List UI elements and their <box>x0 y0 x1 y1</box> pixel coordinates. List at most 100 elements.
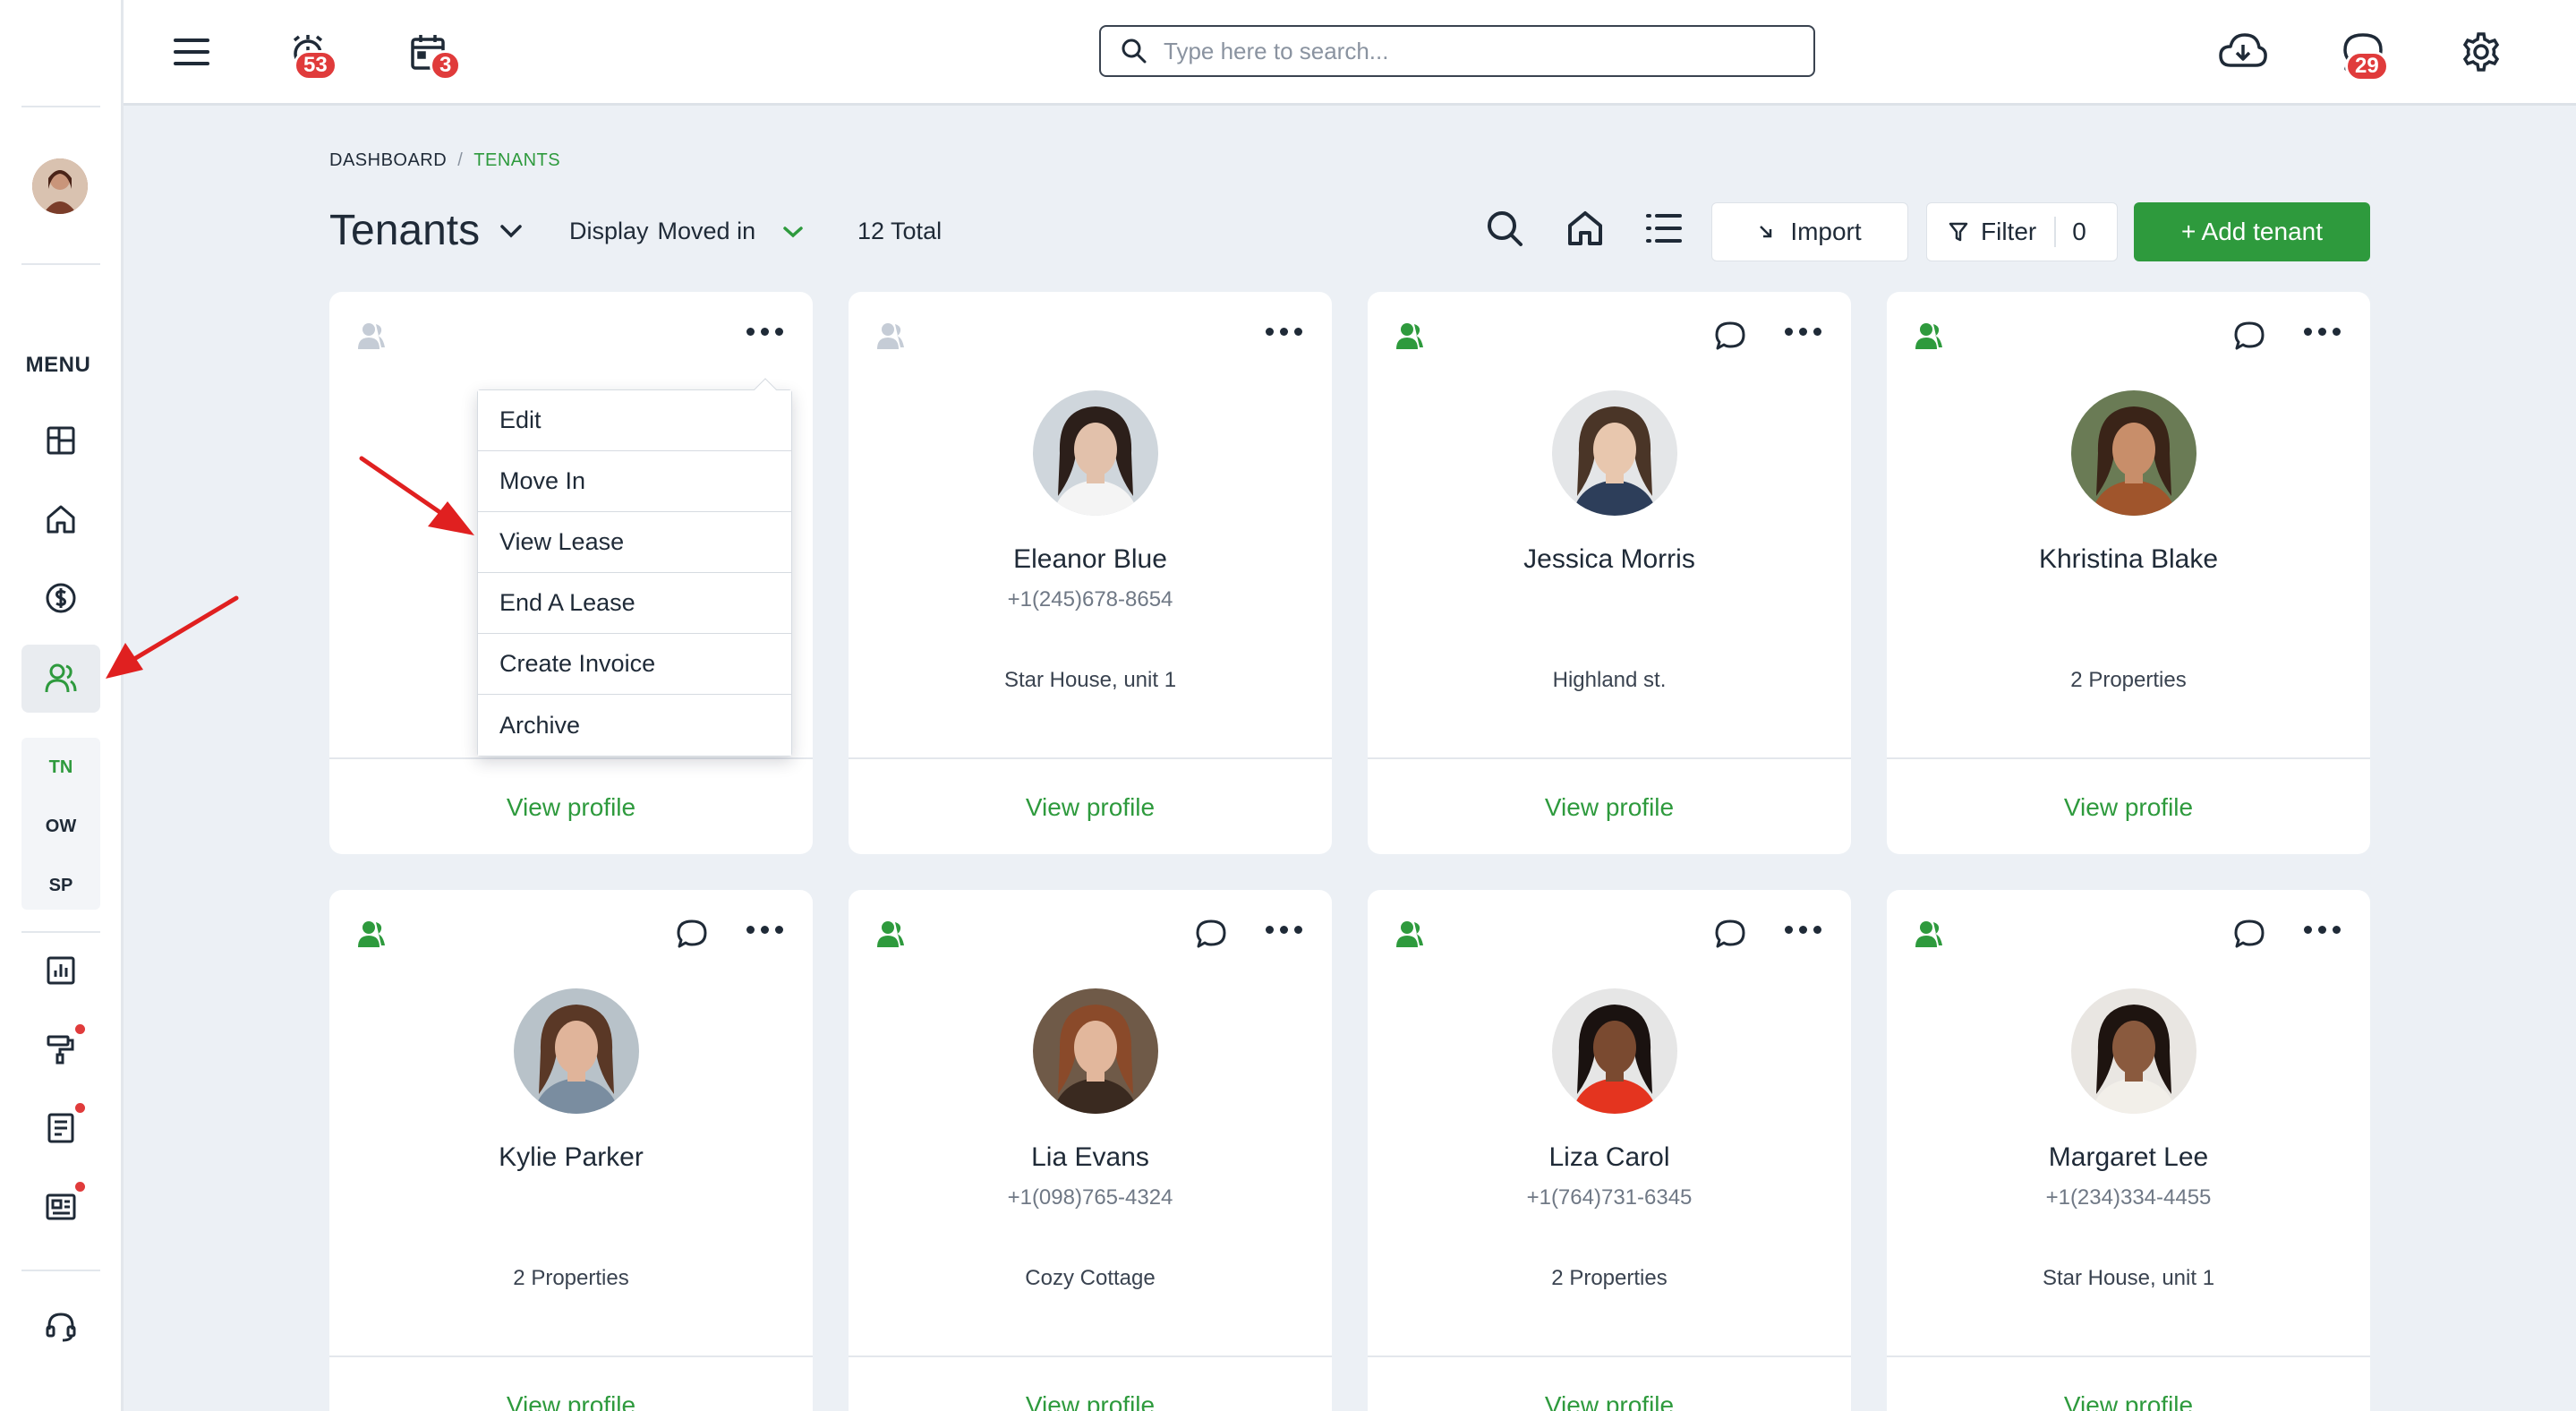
menu-item-view-lease[interactable]: View Lease <box>478 512 791 573</box>
view-profile-link[interactable]: View profile <box>329 1391 813 1411</box>
tenant-card[interactable]: Jessica Morris Highland st. View profile <box>1368 292 1851 854</box>
card-divider <box>329 1355 813 1357</box>
filter-button[interactable]: Filter 0 <box>1926 202 2118 261</box>
sidebar-item-sp[interactable]: SP <box>21 876 100 896</box>
view-profile-link[interactable]: View profile <box>1368 793 1851 822</box>
document-icon[interactable] <box>41 1108 81 1148</box>
tenant-name[interactable]: Jessica Morris <box>1368 544 1851 575</box>
view-profile-link[interactable]: View profile <box>1368 1391 1851 1411</box>
tenant-card[interactable]: Eleanor Blue +1(245)678-8654 Star House, u… <box>849 292 1332 854</box>
chat-icon[interactable] <box>1714 919 1746 949</box>
chat-icon[interactable] <box>2233 321 2265 351</box>
tenant-property: Highland st. <box>1552 668 1667 692</box>
menu-item-move-in[interactable]: Move In <box>478 451 791 512</box>
notification-dot <box>75 1103 85 1113</box>
search-input[interactable] <box>1164 37 1790 65</box>
cloud-download-icon[interactable] <box>2216 25 2270 79</box>
messages-badge: 29 <box>2345 51 2389 81</box>
paint-roller-icon[interactable] <box>41 1030 81 1069</box>
tenant-name[interactable]: Margaret Lee <box>1887 1142 2370 1173</box>
tenant-card[interactable]: Lia Evans +1(098)765-4324 Cozy Cottage View… <box>849 890 1332 1411</box>
breadcrumb-separator: / <box>457 150 464 170</box>
hamburger-menu-icon[interactable] <box>165 25 218 79</box>
breadcrumb: DASHBOARD / TENANTS <box>329 150 560 171</box>
view-profile-link[interactable]: View profile <box>329 793 813 822</box>
home-icon[interactable] <box>41 500 81 539</box>
tenant-photo[interactable] <box>1033 988 1158 1114</box>
more-options-icon[interactable] <box>1266 328 1302 336</box>
alerts-badge: 53 <box>294 50 337 81</box>
chart-icon[interactable] <box>41 951 81 990</box>
chat-icon[interactable] <box>1714 321 1746 351</box>
tenant-photo[interactable] <box>1033 390 1158 516</box>
import-arrow-icon <box>1760 226 1772 238</box>
display-selector[interactable]: Display Moved in <box>569 218 804 245</box>
tenant-status-icon <box>358 323 385 349</box>
chat-icon[interactable] <box>1195 919 1227 949</box>
more-options-icon[interactable] <box>746 328 783 336</box>
tenant-card[interactable]: Khristina Blake 2 Properties View profile <box>1887 292 2370 854</box>
tenant-name[interactable]: Liza Carol <box>1368 1142 1851 1173</box>
page-title[interactable]: Tenants <box>329 206 523 255</box>
view-profile-link[interactable]: View profile <box>849 793 1332 822</box>
list-view-icon[interactable] <box>1642 206 1686 251</box>
tenant-name[interactable]: Lia Evans <box>849 1142 1332 1173</box>
tenant-name[interactable]: Khristina Blake <box>1887 544 2370 575</box>
view-profile-link[interactable]: View profile <box>849 1391 1332 1411</box>
tenant-name[interactable]: Kylie Parker <box>329 1142 813 1173</box>
tenant-name[interactable]: Eleanor Blue <box>849 544 1332 575</box>
breadcrumb-root[interactable]: DASHBOARD <box>329 150 447 170</box>
sidebar-divider <box>21 931 100 933</box>
sidebar: MENU TN OW SP <box>0 0 124 1411</box>
add-tenant-button[interactable]: + Add tenant <box>2134 202 2370 261</box>
filter-label: Filter <box>1981 218 2037 245</box>
users-icon[interactable] <box>41 659 81 698</box>
tenant-property: 2 Properties <box>513 1266 629 1290</box>
user-avatar[interactable] <box>32 158 88 214</box>
tenant-card[interactable]: Margaret Lee +1(234)334-4455 Star House, u… <box>1887 890 2370 1411</box>
more-options-icon[interactable] <box>1266 926 1302 934</box>
newspaper-icon[interactable] <box>41 1187 81 1227</box>
dashboard-icon[interactable] <box>41 421 81 460</box>
topbar: 53 3 29 <box>124 0 2576 106</box>
tenant-property: Star House, unit 1 <box>2042 1266 2215 1290</box>
tenant-photo[interactable] <box>514 988 639 1114</box>
more-options-icon[interactable] <box>2304 328 2341 336</box>
view-profile-link[interactable]: View profile <box>1887 793 2370 822</box>
menu-item-edit[interactable]: Edit <box>478 390 791 451</box>
search-icon[interactable] <box>1482 206 1527 251</box>
import-label: Import <box>1790 218 1862 245</box>
tenant-card[interactable]: Liza Carol +1(764)731-6345 2 Properties Vie… <box>1368 890 1851 1411</box>
more-options-icon[interactable] <box>1785 328 1821 336</box>
search-bar[interactable] <box>1099 25 1815 77</box>
sidebar-divider <box>21 106 100 107</box>
tenant-photo[interactable] <box>1552 988 1677 1114</box>
more-options-icon[interactable] <box>1785 926 1821 934</box>
view-profile-link[interactable]: View profile <box>1887 1391 2370 1411</box>
sidebar-item-tn[interactable]: TN <box>21 757 100 778</box>
tenant-card[interactable]: Kylie Parker 2 Properties View profile <box>329 890 813 1411</box>
tenant-photo[interactable] <box>2071 390 2196 516</box>
gear-icon[interactable] <box>2454 25 2508 79</box>
home-icon[interactable] <box>1563 206 1608 251</box>
tenant-property: Star House, unit 1 <box>1003 668 1177 692</box>
menu-label: MENU <box>25 353 91 377</box>
more-options-icon[interactable] <box>746 926 783 934</box>
menu-item-create-invoice[interactable]: Create Invoice <box>478 634 791 695</box>
more-options-icon[interactable] <box>2304 926 2341 934</box>
chat-icon[interactable] <box>676 919 708 949</box>
display-value: Moved in <box>657 218 756 244</box>
dollar-icon[interactable] <box>41 578 81 618</box>
menu-item-end-lease[interactable]: End A Lease <box>478 573 791 634</box>
sidebar-item-ow[interactable]: OW <box>21 817 100 837</box>
menu-item-archive[interactable]: Archive <box>478 695 791 756</box>
calendar-badge: 3 <box>430 50 462 81</box>
filter-divider <box>2054 217 2057 247</box>
card-divider <box>849 757 1332 759</box>
headset-icon[interactable] <box>41 1307 81 1347</box>
import-button[interactable]: Import <box>1711 202 1908 261</box>
tenant-photo[interactable] <box>1552 390 1677 516</box>
chevron-down-icon <box>783 226 803 237</box>
tenant-photo[interactable] <box>2071 988 2196 1114</box>
chat-icon[interactable] <box>2233 919 2265 949</box>
